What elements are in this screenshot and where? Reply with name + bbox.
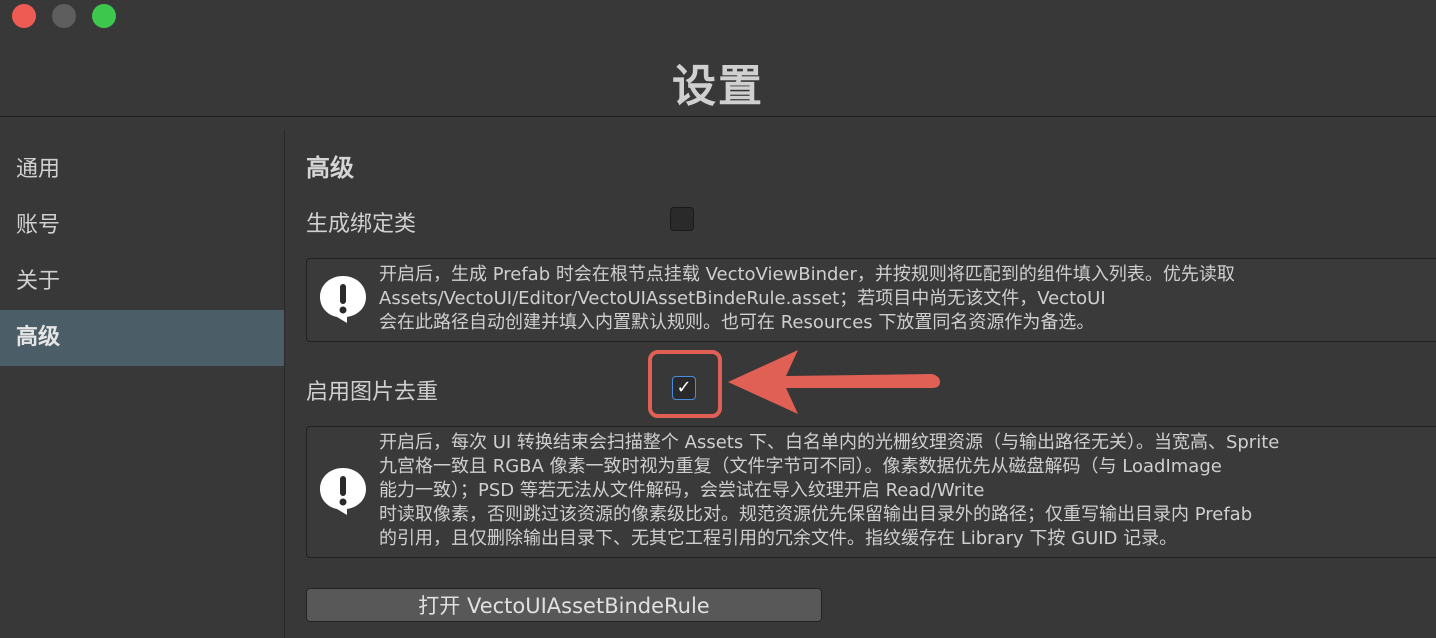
sidebar: 通用 账号 关于 高级 (0, 130, 285, 638)
sidebar-item-general[interactable]: 通用 (0, 142, 284, 198)
title-bar: 设置 (0, 0, 1436, 117)
annotation-highlight-box (648, 350, 722, 418)
image-dedup-label: 启用图片去重 (306, 380, 439, 405)
help-line: 的引用，且仅删除输出目录下、无其它工程引用的冗余文件。指纹缓存在 Library… (379, 528, 1178, 549)
help-line: 时读取像素，否则跳过该资源的像素级比对。规范资源优先保留输出目录外的路径；仅重写… (379, 504, 1253, 525)
close-window-button[interactable] (12, 4, 36, 28)
minimize-window-button[interactable] (52, 4, 76, 28)
exclamation-speech-bubble-icon (320, 276, 366, 323)
exclamation-speech-bubble-icon (320, 468, 366, 515)
generate-binder-label: 生成绑定类 (306, 212, 417, 237)
generate-binder-help-text: 开启后，生成 Prefab 时会在根节点挂载 VectoViewBinder，并… (379, 263, 1235, 335)
sidebar-item-account[interactable]: 账号 (0, 198, 284, 254)
generate-binder-checkbox[interactable] (670, 207, 694, 231)
help-line: 九宫格一致且 RGBA 像素一致时视为重复（文件字节可不同）。像素数据优先从磁盘… (379, 456, 1222, 477)
settings-window: 设置 通用 账号 关于 高级 高级 生成绑定类 开启后，生成 Prefab 时会… (0, 0, 1436, 638)
image-dedup-help-box: 开启后，每次 UI 转换结束会扫描整个 Assets 下、白名单内的光栅纹理资源… (306, 426, 1436, 558)
image-dedup-help-text: 开启后，每次 UI 转换结束会扫描整个 Assets 下、白名单内的光栅纹理资源… (379, 431, 1279, 551)
section-title: 高级 (306, 154, 354, 182)
generate-binder-help-box: 开启后，生成 Prefab 时会在根节点挂载 VectoViewBinder，并… (306, 258, 1436, 342)
help-line: 开启后，每次 UI 转换结束会扫描整个 Assets 下、白名单内的光栅纹理资源… (379, 432, 1280, 453)
maximize-window-button[interactable] (92, 4, 116, 28)
open-binde-rule-button[interactable]: 打开 VectoUIAssetBindeRule (306, 588, 822, 622)
main-panel: 高级 生成绑定类 开启后，生成 Prefab 时会在根节点挂载 VectoVie… (286, 130, 1436, 638)
sidebar-item-advanced[interactable]: 高级 (0, 310, 284, 366)
window-title: 设置 (672, 61, 764, 112)
help-line: 会在此路径自动创建并填入内置默认规则。也可在 Resources 下放置同名资源… (379, 312, 1095, 333)
help-line: 开启后，生成 Prefab 时会在根节点挂载 VectoViewBinder，并… (379, 264, 1235, 285)
arrow-left-icon (728, 350, 940, 414)
help-line: Assets/VectoUI/Editor/VectoUIAssetBindeR… (379, 288, 1106, 309)
help-line: 能力一致）；PSD 等若无法从文件解码，会尝试在导入纹理开启 Read/Writ… (379, 480, 985, 501)
sidebar-item-about[interactable]: 关于 (0, 254, 284, 310)
